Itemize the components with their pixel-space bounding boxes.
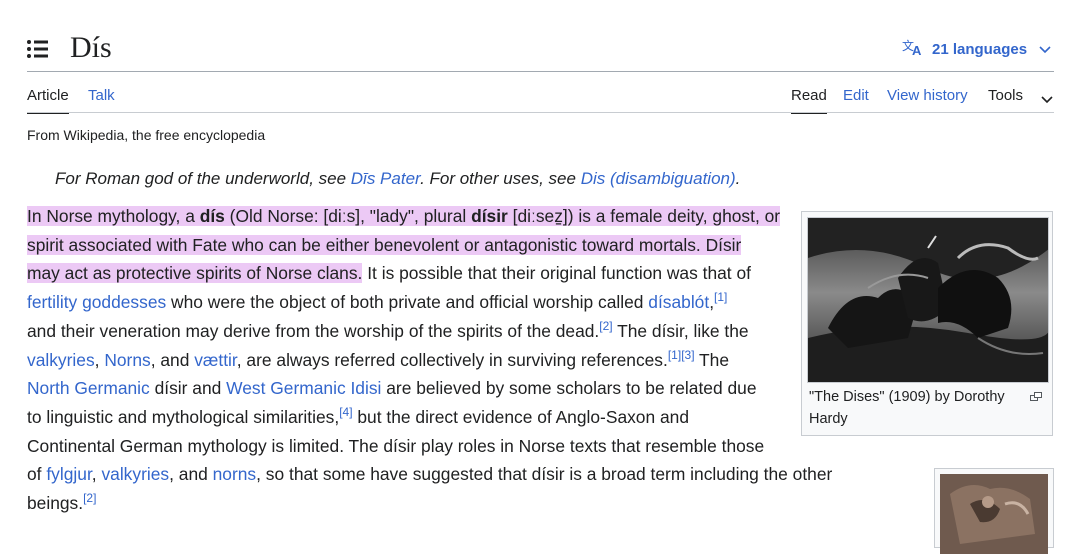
page-title: Dís xyxy=(70,31,112,64)
fylgjur-link[interactable]: fylgjur xyxy=(46,464,91,484)
tab-talk[interactable]: Talk xyxy=(88,86,115,106)
vaettir-link[interactable]: vættir xyxy=(194,350,237,370)
text: to linguistic and mythological similarit… xyxy=(27,406,340,427)
text: [diːsez̠]) is a female deity, ghost, or xyxy=(507,206,781,226)
text-line: In Norse mythology, a dís (Old Norse: [d… xyxy=(27,202,817,231)
text: , are always referred collectively in su… xyxy=(236,349,668,370)
text: , xyxy=(94,349,105,370)
figure-thumbnail-2 xyxy=(934,468,1054,554)
reference-link[interactable]: [3] xyxy=(681,348,694,362)
text-line: may act as protective spirits of Norse c… xyxy=(27,259,817,288)
norns-link[interactable]: norns xyxy=(213,464,257,484)
text: The dísir, like the xyxy=(612,320,749,341)
text: dísir and xyxy=(149,378,227,399)
chevron-down-icon[interactable] xyxy=(1041,91,1053,109)
tab-tools[interactable]: Tools xyxy=(988,86,1023,106)
stone-carving-image[interactable] xyxy=(940,474,1048,554)
tab-edit[interactable]: Edit xyxy=(843,86,869,106)
reference-link[interactable]: [4] xyxy=(339,405,352,419)
dis-pater-link[interactable]: Dīs Pater xyxy=(351,169,420,188)
text-line: fertility goddesses who were the object … xyxy=(27,288,817,317)
tabs-divider xyxy=(27,112,1054,113)
reference-link[interactable]: [1] xyxy=(714,290,727,304)
text-line: North Germanic dísir and West Germanic I… xyxy=(27,374,817,403)
site-tagline: From Wikipedia, the free encyclopedia xyxy=(27,127,266,143)
text: are believed by some scholars to be rela… xyxy=(381,378,757,399)
translate-icon: 文 A xyxy=(902,38,924,61)
text-line: valkyries, Norns, and vættir, are always… xyxy=(27,346,817,375)
svg-text:A: A xyxy=(912,43,922,56)
dises-painting-image[interactable] xyxy=(807,217,1049,383)
figure-thumbnail: "The Dises" (1909) by Dorothy Hardy xyxy=(801,211,1053,436)
west-germanic-idisi-link[interactable]: West Germanic Idisi xyxy=(226,378,381,398)
norns-link[interactable]: Norns xyxy=(104,350,150,370)
language-button[interactable]: 文 A 21 languages xyxy=(902,38,1051,60)
toc-toggle-button[interactable] xyxy=(26,38,50,60)
term-dis: dís xyxy=(199,206,225,226)
text: , and xyxy=(169,464,213,485)
text: beings. xyxy=(27,493,84,514)
valkyries-link[interactable]: valkyries xyxy=(101,464,169,484)
reference-link[interactable]: [1] xyxy=(668,348,681,362)
text: The xyxy=(694,349,730,370)
text-line: Continental German mythology is limited.… xyxy=(27,432,817,461)
enlarge-icon[interactable] xyxy=(1030,388,1042,401)
highlighted-text: may act as protective spirits of Norse c… xyxy=(27,263,363,284)
list-icon xyxy=(27,40,48,58)
title-divider xyxy=(27,71,1054,72)
reference-link[interactable]: [2] xyxy=(83,491,96,505)
valkyries-link[interactable]: valkyries xyxy=(27,350,95,370)
text: , and xyxy=(150,349,195,370)
fertility-goddesses-link[interactable]: fertility goddesses xyxy=(27,292,166,312)
text-line: beings.[2] xyxy=(27,489,817,518)
text: of xyxy=(27,464,47,485)
figure-caption: "The Dises" (1909) by Dorothy Hardy xyxy=(809,389,1005,427)
hatnote-text: . xyxy=(735,169,741,188)
text: , so that some have suggested that dísir… xyxy=(256,464,833,485)
language-count-label: 21 languages xyxy=(932,40,1028,58)
text: In Norse mythology, a xyxy=(27,206,200,226)
text-line: of fylgjur, valkyries, and norns, so tha… xyxy=(27,460,832,489)
disablot-link[interactable]: dísablót xyxy=(648,292,709,312)
tab-view-history[interactable]: View history xyxy=(887,86,968,106)
hatnote-text: . For other uses, see xyxy=(420,169,581,188)
tab-read[interactable]: Read xyxy=(791,86,827,114)
text: , xyxy=(91,464,102,485)
text: (Old Norse: [diːs], "lady", plural xyxy=(224,206,472,226)
text-line: spirit associated with Fate who can be e… xyxy=(27,231,817,260)
text: but the direct evidence of Anglo-Saxon a… xyxy=(352,406,689,427)
chevron-down-icon xyxy=(1039,41,1051,58)
hatnote-text: For Roman god of the underworld, see xyxy=(55,169,351,188)
text-line: to linguistic and mythological similarit… xyxy=(27,403,817,432)
disambiguation-link[interactable]: Dis (disambiguation) xyxy=(581,169,736,188)
article-body: In Norse mythology, a dís (Old Norse: [d… xyxy=(27,202,832,518)
tab-article[interactable]: Article xyxy=(27,86,69,114)
term-disir: dísir xyxy=(471,206,508,226)
text: who were the object of both private and … xyxy=(166,292,649,313)
text: Continental German mythology is limited.… xyxy=(27,435,765,456)
text-line: and their veneration may derive from the… xyxy=(27,317,817,346)
text: and their veneration may derive from the… xyxy=(27,320,600,341)
hatnote: For Roman god of the underworld, see Dīs… xyxy=(55,167,740,191)
text: It is possible that their original funct… xyxy=(362,263,751,284)
reference-link[interactable]: [2] xyxy=(599,319,612,333)
highlighted-text: spirit associated with Fate who can be e… xyxy=(27,234,742,255)
north-germanic-link[interactable]: North Germanic xyxy=(27,378,150,398)
